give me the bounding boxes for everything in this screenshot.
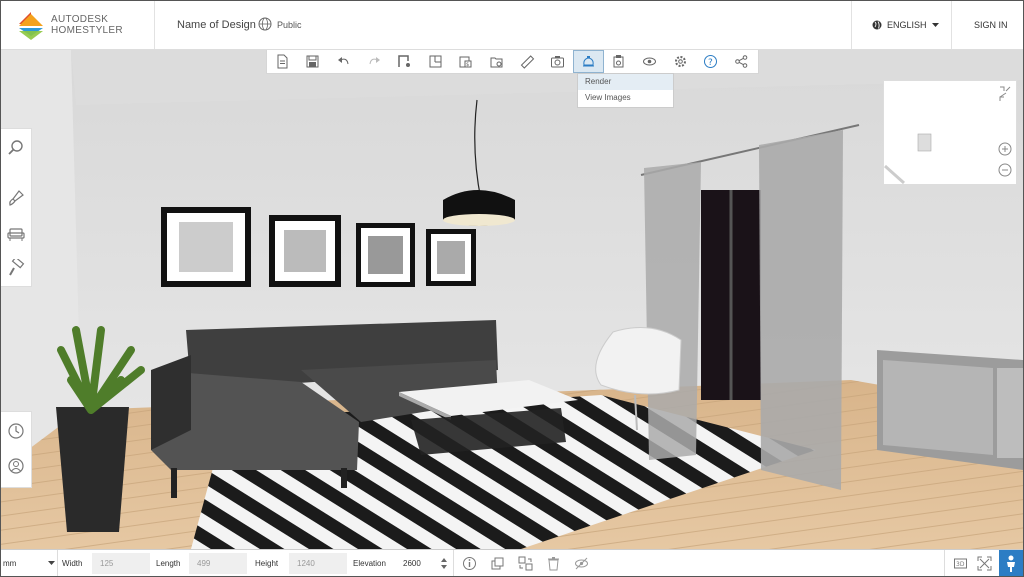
walk-mode-icon [1007, 555, 1015, 572]
bar-divider [944, 550, 945, 576]
top-header: AUTODESK HOMESTYLER Name of Design Publi… [1, 1, 1023, 50]
sideboard [877, 350, 1023, 470]
left-sidebar [1, 128, 32, 287]
height-label: Height [255, 559, 279, 568]
homestyler-logo[interactable]: AUTODESK HOMESTYLER [17, 10, 157, 42]
sign-in-link[interactable]: SIGN IN [974, 20, 1008, 30]
render-icon[interactable] [572, 50, 604, 73]
import-floorplan-icon[interactable]: $ [451, 50, 482, 73]
logo-mark-icon [19, 12, 43, 40]
width-input[interactable]: 125 [92, 553, 150, 574]
zoom-in-icon[interactable] [998, 142, 1012, 156]
open-folder-icon[interactable] [481, 50, 512, 73]
user-icon[interactable] [7, 457, 25, 475]
svg-text:$: $ [466, 62, 469, 68]
duplicate-icon[interactable] [490, 556, 505, 571]
brand-line2: HOMESTYLER [51, 25, 123, 36]
header-divider [851, 1, 852, 49]
menu-item-render[interactable]: Render [578, 74, 673, 90]
view-icon[interactable] [634, 50, 665, 73]
save-icon[interactable] [298, 50, 329, 73]
search-icon[interactable] [7, 139, 25, 157]
unit-label: mm [3, 559, 17, 568]
language-selector[interactable]: ENGLISH [872, 18, 939, 32]
walk-mode-button[interactable] [999, 550, 1023, 576]
main-toolbar: $ ? [266, 50, 759, 74]
export-icon[interactable] [604, 50, 635, 73]
3d-viewport[interactable] [1, 50, 1023, 549]
measure-icon[interactable] [512, 50, 543, 73]
design-name[interactable]: Name of Design [177, 19, 256, 31]
3d-view-icon[interactable]: 3D [953, 556, 968, 571]
draw-wall-icon[interactable] [389, 50, 420, 73]
left-sidebar-bottom [1, 411, 32, 488]
svg-text:3D: 3D [956, 561, 965, 568]
draw-room-icon[interactable] [420, 50, 451, 73]
roller-icon[interactable] [7, 259, 25, 277]
help-icon[interactable]: ? [695, 50, 726, 73]
header-divider [154, 1, 155, 49]
menu-item-view-images[interactable]: View Images [578, 90, 673, 106]
bar-divider [57, 550, 58, 576]
chevron-down-icon [931, 22, 939, 27]
globe-icon[interactable] [258, 17, 272, 31]
minimap-canvas [883, 86, 1011, 185]
height-input[interactable]: 1240 [289, 553, 347, 574]
svg-text:?: ? [708, 58, 713, 68]
delete-icon[interactable] [546, 556, 561, 571]
furniture-icon[interactable] [7, 225, 25, 243]
hide-icon[interactable] [574, 556, 589, 571]
elevation-value: 2600 [403, 559, 421, 568]
share-icon[interactable] [726, 50, 757, 73]
language-label: ENGLISH [887, 20, 927, 30]
unit-selector[interactable]: mm [3, 550, 55, 576]
chevron-down-icon [48, 561, 55, 565]
elevation-input[interactable]: 2600 [395, 553, 451, 574]
new-file-icon[interactable] [267, 50, 298, 73]
app-window: AUTODESK HOMESTYLER Name of Design Publi… [0, 0, 1024, 577]
brand-line1: AUTODESK [51, 14, 109, 25]
settings-icon[interactable] [665, 50, 696, 73]
compass-icon[interactable] [7, 422, 25, 440]
paint-icon[interactable] [7, 189, 25, 207]
language-globe-icon [872, 20, 882, 30]
length-input[interactable]: 499 [189, 553, 247, 574]
width-label: Width [62, 559, 83, 568]
fullscreen-icon[interactable] [977, 556, 992, 571]
redo-icon[interactable] [359, 50, 390, 73]
elevation-label: Elevation [353, 559, 386, 568]
info-icon[interactable] [462, 556, 477, 571]
undo-icon[interactable] [328, 50, 359, 73]
snapshot-icon[interactable] [542, 50, 573, 73]
visibility-label[interactable]: Public [277, 20, 302, 30]
render-menu: Render View Images [577, 73, 674, 108]
property-bar: mm Width 125 Length 499 Height 1240 Elev… [1, 549, 1023, 576]
length-label: Length [156, 559, 181, 568]
stepper-icon[interactable] [441, 558, 447, 569]
replace-icon[interactable] [518, 556, 533, 571]
bar-divider [453, 550, 454, 576]
header-divider [951, 1, 952, 49]
minimap[interactable] [883, 80, 1017, 185]
zoom-out-icon[interactable] [998, 163, 1012, 177]
